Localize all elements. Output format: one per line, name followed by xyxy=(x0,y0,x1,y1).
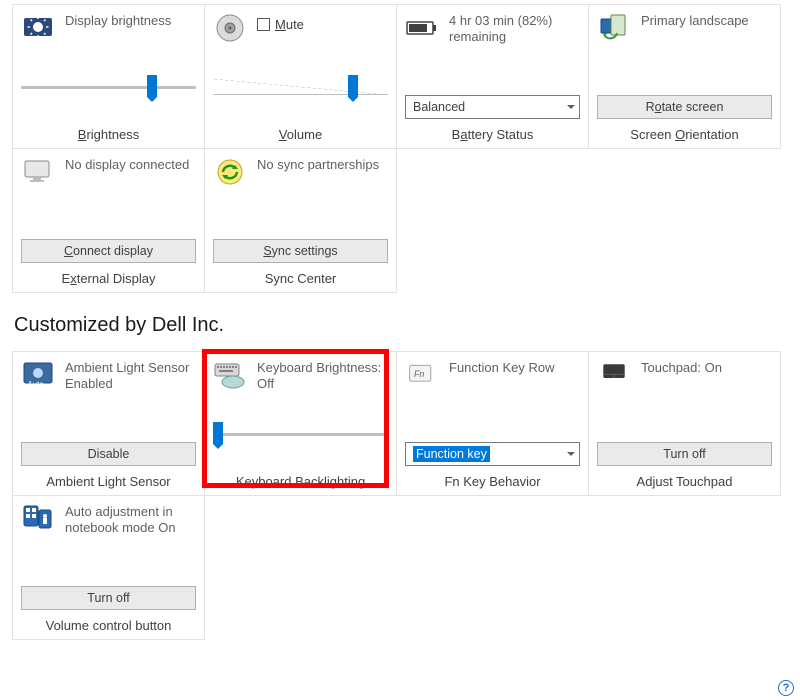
volume-slider[interactable] xyxy=(213,73,388,101)
tile-sync: No sync partnerships Sync settings Sync … xyxy=(204,148,397,293)
fnkey-footer: Fn Key Behavior xyxy=(405,468,580,491)
keyboard-title: Keyboard Brightness: Off xyxy=(257,358,388,393)
touchpad-footer: Adjust Touchpad xyxy=(597,468,772,491)
mobility-top-grid: Display brightness Brightness Mute xyxy=(0,0,800,292)
orientation-icon xyxy=(597,11,631,45)
tile-external-display: No display connected Connect display Ext… xyxy=(12,148,205,293)
volume-footer: Volume xyxy=(213,121,388,144)
ambient-disable-button[interactable]: Disable xyxy=(21,442,196,466)
sync-settings-button[interactable]: Sync settings xyxy=(213,239,388,263)
brightness-title: Display brightness xyxy=(65,11,171,29)
external-display-footer: External Display xyxy=(21,265,196,288)
touchpad-title: Touchpad: On xyxy=(641,358,722,376)
tile-ambient-light: Auto Ambient Light Sensor Enabled Disabl… xyxy=(12,351,205,496)
volctrl-footer: Volume control button xyxy=(21,612,196,635)
volctrl-turnoff-button[interactable]: Turn off xyxy=(21,586,196,610)
orientation-title: Primary landscape xyxy=(641,11,749,29)
sync-title: No sync partnerships xyxy=(257,155,379,173)
svg-text:Auto: Auto xyxy=(26,380,44,389)
tile-volume-control-button: Auto adjustment in notebook mode On Turn… xyxy=(12,495,205,640)
battery-title: 4 hr 03 min (82%) remaining xyxy=(449,11,580,46)
external-display-title: No display connected xyxy=(65,155,189,173)
rotate-screen-button[interactable]: Rotate screen xyxy=(597,95,772,119)
battery-icon xyxy=(405,11,439,45)
fn-key-icon: Fn xyxy=(405,358,439,392)
ambient-title: Ambient Light Sensor Enabled xyxy=(65,358,196,393)
connect-display-button[interactable]: Connect display xyxy=(21,239,196,263)
ambient-footer: Ambient Light Sensor xyxy=(21,468,196,491)
keyboard-brightness-slider[interactable] xyxy=(213,420,388,448)
volctrl-title: Auto adjustment in notebook mode On xyxy=(65,502,196,537)
sync-footer: Sync Center xyxy=(213,265,388,288)
fn-key-select[interactable]: Function key xyxy=(405,442,580,466)
help-icon[interactable]: ? xyxy=(778,680,794,696)
orientation-footer: Screen Orientation xyxy=(597,121,772,144)
touchpad-icon xyxy=(597,358,631,392)
mute-checkbox[interactable] xyxy=(257,18,270,31)
speaker-icon xyxy=(213,11,247,45)
keyboard-footer: Keyboard Backlighting xyxy=(213,468,388,491)
brightness-footer: Brightness xyxy=(21,121,196,144)
tile-battery: 4 hr 03 min (82%) remaining Balanced Bat… xyxy=(396,4,589,149)
tile-touchpad: Touchpad: On Turn off Adjust Touchpad xyxy=(588,351,781,496)
chevron-down-icon xyxy=(567,105,575,109)
brightness-icon xyxy=(21,11,55,45)
tile-keyboard-backlight: Keyboard Brightness: Off Keyboard Backli… xyxy=(204,351,397,496)
brightness-slider[interactable] xyxy=(21,73,196,101)
mobility-dell-grid: Auto Ambient Light Sensor Enabled Disabl… xyxy=(0,347,800,639)
volume-auto-icon xyxy=(21,502,55,536)
section-dell-title: Customized by Dell Inc. xyxy=(0,292,800,347)
chevron-down-icon xyxy=(567,452,575,456)
mute-label: Mute xyxy=(275,17,304,32)
svg-text:Fn: Fn xyxy=(414,369,424,379)
ambient-light-icon: Auto xyxy=(21,358,55,392)
fnkey-title: Function Key Row xyxy=(449,358,555,376)
power-plan-select[interactable]: Balanced xyxy=(405,95,580,119)
keyboard-icon xyxy=(213,358,247,392)
sync-icon xyxy=(213,155,247,189)
touchpad-turnoff-button[interactable]: Turn off xyxy=(597,442,772,466)
tile-orientation: Primary landscape Rotate screen Screen O… xyxy=(588,4,781,149)
tile-display-brightness: Display brightness Brightness xyxy=(12,4,205,149)
battery-footer: Battery Status xyxy=(405,121,580,144)
tile-volume: Mute Volume xyxy=(204,4,397,149)
monitor-icon xyxy=(21,155,55,189)
tile-fn-key: Fn Function Key Row Function key Fn Key … xyxy=(396,351,589,496)
